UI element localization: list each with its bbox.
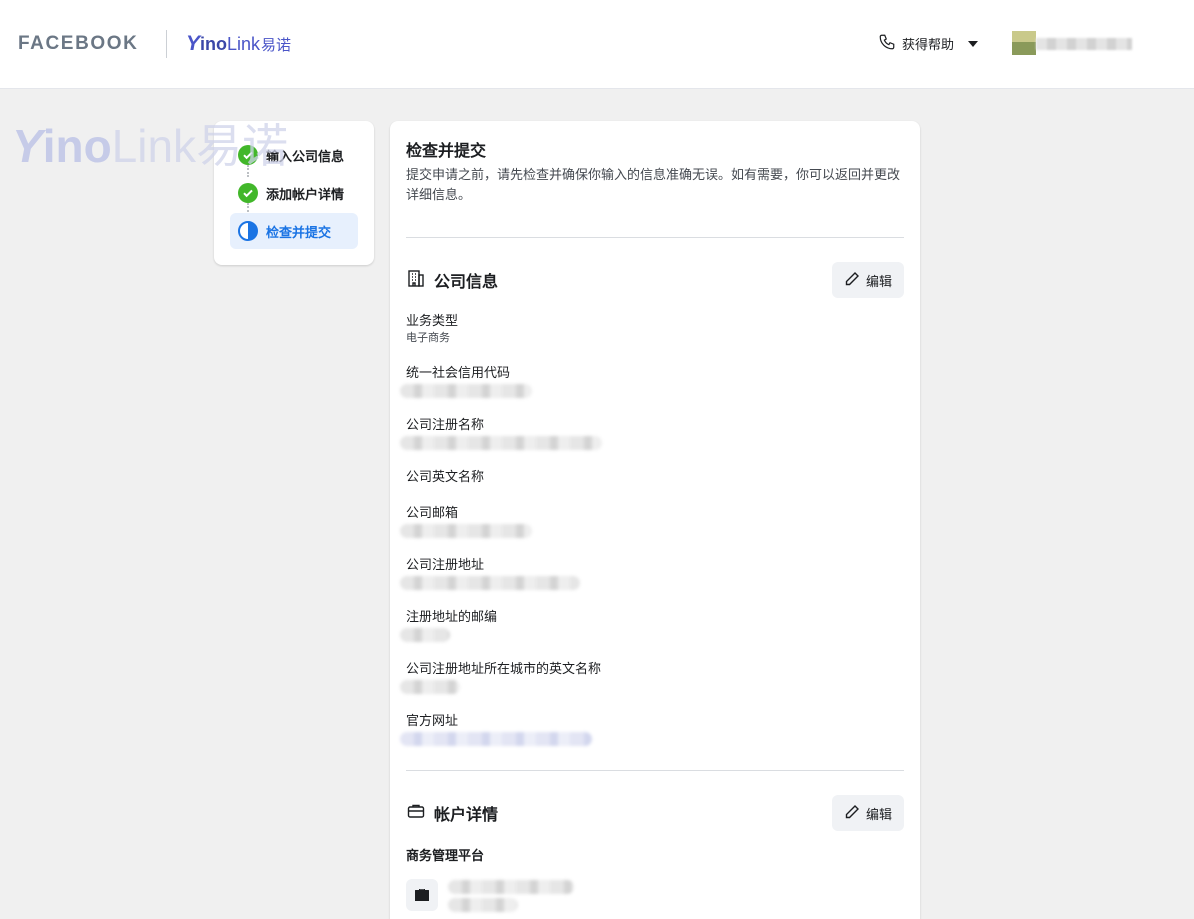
field-registered-address: 公司注册地址 bbox=[400, 556, 904, 590]
account-details-header: 帐户详情 编辑 bbox=[406, 795, 904, 831]
field-credit-code: 统一社会信用代码 bbox=[400, 364, 904, 398]
redacted-value bbox=[400, 524, 532, 538]
field-label: 公司邮箱 bbox=[406, 505, 459, 520]
field-website: 官方网址 bbox=[400, 712, 904, 746]
field-registered-name: 公司注册名称 bbox=[400, 416, 904, 450]
account-details-label: 帐户详情 bbox=[434, 807, 499, 824]
header-divider bbox=[166, 30, 167, 58]
watermark-link: Link bbox=[111, 120, 197, 172]
redacted-value bbox=[400, 384, 532, 398]
step-label: 输入公司信息 bbox=[266, 148, 345, 164]
redacted-value bbox=[400, 436, 602, 450]
briefcase-icon bbox=[406, 801, 426, 826]
redacted-website-link[interactable] bbox=[400, 732, 592, 746]
company-info-header: 公司信息 编辑 bbox=[406, 262, 904, 298]
caret-down-icon bbox=[968, 40, 979, 47]
redacted-value bbox=[448, 880, 574, 894]
help-menu-button[interactable]: 获得帮助 bbox=[878, 33, 979, 54]
yinolink-logo-y: Y bbox=[186, 32, 201, 55]
section-divider bbox=[406, 237, 904, 238]
field-business-type: 业务类型 电子商务 bbox=[406, 312, 904, 346]
yinolink-logo-cn: 易诺 bbox=[261, 36, 292, 54]
business-manager-redacted bbox=[448, 878, 574, 912]
company-info-label: 公司信息 bbox=[434, 274, 499, 291]
company-info-title: 公司信息 bbox=[406, 268, 498, 293]
watermark-y: Y bbox=[12, 120, 43, 172]
help-label: 获得帮助 bbox=[902, 37, 955, 52]
half-circle-icon bbox=[238, 221, 258, 241]
page-description: 提交申请之前，请先检查并确保你输入的信息准确无误。如有需要，你可以返回并更改详细… bbox=[406, 167, 901, 202]
field-label: 公司注册名称 bbox=[406, 417, 485, 432]
redacted-value bbox=[400, 680, 460, 694]
pencil-icon bbox=[844, 271, 860, 290]
account-details-title: 帐户详情 bbox=[406, 801, 498, 826]
step-company-info[interactable]: 输入公司信息 bbox=[230, 137, 358, 177]
yinolink-logo[interactable]: Yino Link 易诺 bbox=[186, 32, 291, 56]
step-review-submit[interactable]: 检查并提交 bbox=[230, 213, 358, 249]
facebook-logo[interactable]: FACEBOOK bbox=[18, 33, 138, 55]
edit-label: 编辑 bbox=[865, 273, 892, 289]
edit-account-button[interactable]: 编辑 bbox=[831, 795, 904, 831]
section-divider bbox=[406, 770, 904, 771]
field-label: 注册地址的邮编 bbox=[406, 609, 498, 624]
field-value: 电子商务 bbox=[406, 332, 450, 344]
pencil-icon bbox=[844, 804, 860, 823]
edit-company-button[interactable]: 编辑 bbox=[831, 262, 904, 298]
top-header: FACEBOOK Yino Link 易诺 获得帮助 bbox=[0, 0, 1194, 89]
check-icon bbox=[238, 183, 258, 203]
review-card: 检查并提交 提交申请之前，请先检查并确保你输入的信息准确无误。如有需要，你可以返… bbox=[390, 121, 920, 919]
yinolink-logo-ino: ino bbox=[200, 33, 228, 54]
field-company-email: 公司邮箱 bbox=[400, 504, 904, 538]
business-manager-icon bbox=[406, 879, 438, 911]
step-label: 检查并提交 bbox=[266, 224, 332, 240]
business-manager-row bbox=[406, 878, 904, 912]
check-icon bbox=[238, 145, 258, 165]
page-title: 检查并提交 bbox=[406, 143, 487, 160]
edit-label: 编辑 bbox=[865, 806, 892, 822]
field-postal-code: 注册地址的邮编 bbox=[400, 608, 904, 642]
field-label: 业务类型 bbox=[406, 313, 459, 328]
field-label: 公司注册地址所在城市的英文名称 bbox=[406, 661, 602, 676]
progress-stepper: 输入公司信息 添加帐户详情 检查并提交 bbox=[214, 121, 374, 265]
building-icon bbox=[406, 268, 426, 293]
business-manager-label: 商务管理平台 bbox=[406, 848, 485, 863]
field-label: 公司注册地址 bbox=[406, 557, 485, 572]
redacted-value bbox=[400, 628, 450, 642]
field-english-name: 公司英文名称 bbox=[406, 468, 904, 486]
step-label: 添加帐户详情 bbox=[266, 186, 345, 202]
field-label: 官方网址 bbox=[406, 713, 459, 728]
yinolink-logo-link: Link bbox=[227, 33, 261, 54]
redacted-value bbox=[400, 576, 580, 590]
step-account-details[interactable]: 添加帐户详情 bbox=[230, 175, 358, 215]
redacted-value bbox=[448, 898, 518, 912]
field-label: 统一社会信用代码 bbox=[406, 365, 511, 380]
user-avatar[interactable] bbox=[1012, 31, 1036, 55]
phone-icon bbox=[878, 33, 896, 54]
watermark-ino: ino bbox=[42, 120, 112, 172]
field-label: 公司英文名称 bbox=[406, 469, 485, 484]
user-name-redacted[interactable] bbox=[1036, 38, 1132, 50]
field-city-english-name: 公司注册地址所在城市的英文名称 bbox=[400, 660, 904, 694]
